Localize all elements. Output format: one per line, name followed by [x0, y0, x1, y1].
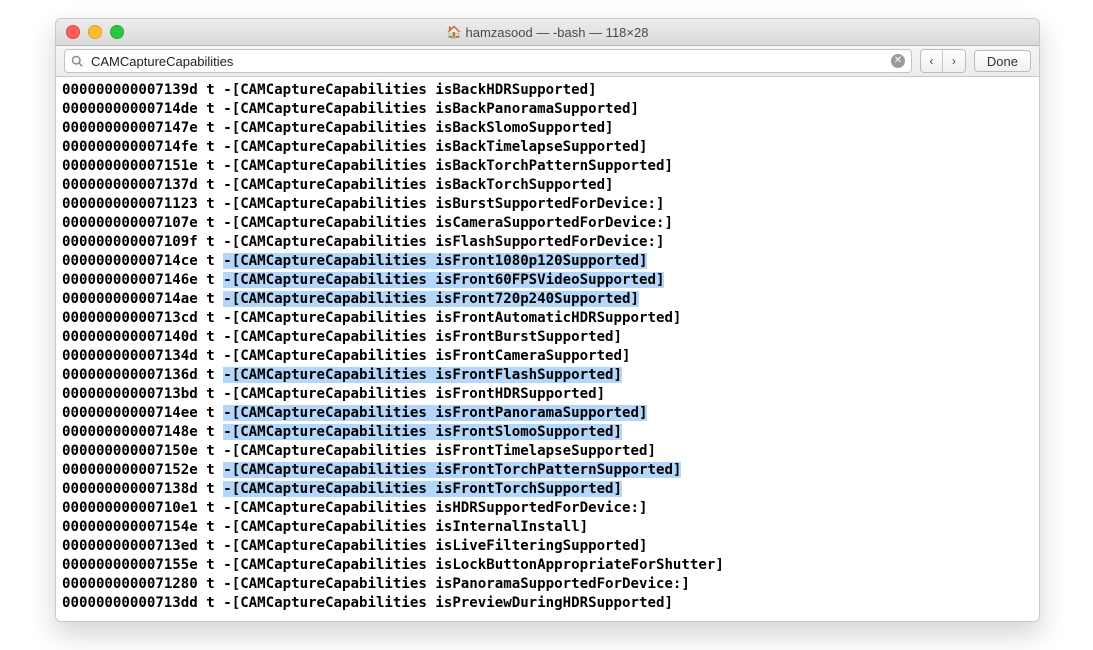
terminal-line: 000000000007155e t -[CAMCaptureCapabilit… [62, 556, 1033, 575]
done-button[interactable]: Done [974, 50, 1031, 72]
terminal-line: 00000000000714de t -[CAMCaptureCapabilit… [62, 100, 1033, 119]
highlighted-method: -[CAMCaptureCapabilities isFrontTorchPat… [223, 462, 681, 478]
terminal-line: 000000000007150e t -[CAMCaptureCapabilit… [62, 442, 1033, 461]
find-prev-button[interactable]: ‹ [921, 50, 943, 72]
find-nav: ‹ › [920, 49, 966, 73]
traffic-lights [66, 25, 124, 39]
terminal-line: 000000000007151e t -[CAMCaptureCapabilit… [62, 157, 1033, 176]
zoom-button[interactable] [110, 25, 124, 39]
close-icon: ✕ [894, 56, 902, 66]
terminal-line: 00000000000713cd t -[CAMCaptureCapabilit… [62, 309, 1033, 328]
search-icon [71, 55, 83, 67]
search-box[interactable]: ✕ [64, 49, 912, 73]
close-button[interactable] [66, 25, 80, 39]
titlebar: 🏠 hamzasood — -bash — 118×28 [56, 19, 1039, 46]
terminal-line: 000000000007154e t -[CAMCaptureCapabilit… [62, 518, 1033, 537]
terminal-line: 00000000000710e1 t -[CAMCaptureCapabilit… [62, 499, 1033, 518]
terminal-line: 000000000007148e t -[CAMCaptureCapabilit… [62, 423, 1033, 442]
highlighted-method: -[CAMCaptureCapabilities isFrontFlashSup… [223, 367, 622, 383]
window-title-text: hamzasood — -bash — 118×28 [466, 25, 649, 40]
terminal-line: 00000000000713bd t -[CAMCaptureCapabilit… [62, 385, 1033, 404]
terminal-line: 00000000000714ce t -[CAMCaptureCapabilit… [62, 252, 1033, 271]
minimize-button[interactable] [88, 25, 102, 39]
terminal-line: 000000000007147e t -[CAMCaptureCapabilit… [62, 119, 1033, 138]
highlighted-method: -[CAMCaptureCapabilities isFront1080p120… [223, 253, 647, 269]
terminal-body[interactable]: 000000000007139d t -[CAMCaptureCapabilit… [56, 77, 1039, 621]
clear-search-button[interactable]: ✕ [891, 54, 905, 68]
terminal-line: 000000000007140d t -[CAMCaptureCapabilit… [62, 328, 1033, 347]
terminal-line: 000000000007137d t -[CAMCaptureCapabilit… [62, 176, 1033, 195]
terminal-line: 00000000000714fe t -[CAMCaptureCapabilit… [62, 138, 1033, 157]
highlighted-method: -[CAMCaptureCapabilities isFrontPanorama… [223, 405, 647, 421]
window-title: 🏠 hamzasood — -bash — 118×28 [56, 25, 1039, 40]
terminal-line: 00000000000714ae t -[CAMCaptureCapabilit… [62, 290, 1033, 309]
terminal-line: 000000000007146e t -[CAMCaptureCapabilit… [62, 271, 1033, 290]
terminal-line: 00000000000714ee t -[CAMCaptureCapabilit… [62, 404, 1033, 423]
highlighted-method: -[CAMCaptureCapabilities isFront60FPSVid… [223, 272, 664, 288]
highlighted-method: -[CAMCaptureCapabilities isFront720p240S… [223, 291, 639, 307]
terminal-line: 000000000007138d t -[CAMCaptureCapabilit… [62, 480, 1033, 499]
home-icon: 🏠 [447, 25, 462, 39]
terminal-line: 00000000000713dd t -[CAMCaptureCapabilit… [62, 594, 1033, 613]
highlighted-method: -[CAMCaptureCapabilities isFrontSlomoSup… [223, 424, 622, 440]
terminal-line: 000000000007139d t -[CAMCaptureCapabilit… [62, 81, 1033, 100]
terminal-window: 🏠 hamzasood — -bash — 118×28 ✕ ‹ › Done … [55, 18, 1040, 622]
terminal-line: 000000000007136d t -[CAMCaptureCapabilit… [62, 366, 1033, 385]
terminal-line: 000000000007134d t -[CAMCaptureCapabilit… [62, 347, 1033, 366]
terminal-line: 000000000007152e t -[CAMCaptureCapabilit… [62, 461, 1033, 480]
find-bar: ✕ ‹ › Done [56, 46, 1039, 77]
terminal-line: 000000000007107e t -[CAMCaptureCapabilit… [62, 214, 1033, 233]
find-next-button[interactable]: › [943, 50, 965, 72]
terminal-line: 0000000000071280 t -[CAMCaptureCapabilit… [62, 575, 1033, 594]
highlighted-method: -[CAMCaptureCapabilities isFrontTorchSup… [223, 481, 622, 497]
terminal-line: 0000000000071123 t -[CAMCaptureCapabilit… [62, 195, 1033, 214]
terminal-line: 000000000007109f t -[CAMCaptureCapabilit… [62, 233, 1033, 252]
terminal-line: 00000000000713ed t -[CAMCaptureCapabilit… [62, 537, 1033, 556]
search-input[interactable] [89, 53, 885, 70]
chevron-left-icon: ‹ [929, 54, 933, 68]
chevron-right-icon: › [952, 54, 956, 68]
